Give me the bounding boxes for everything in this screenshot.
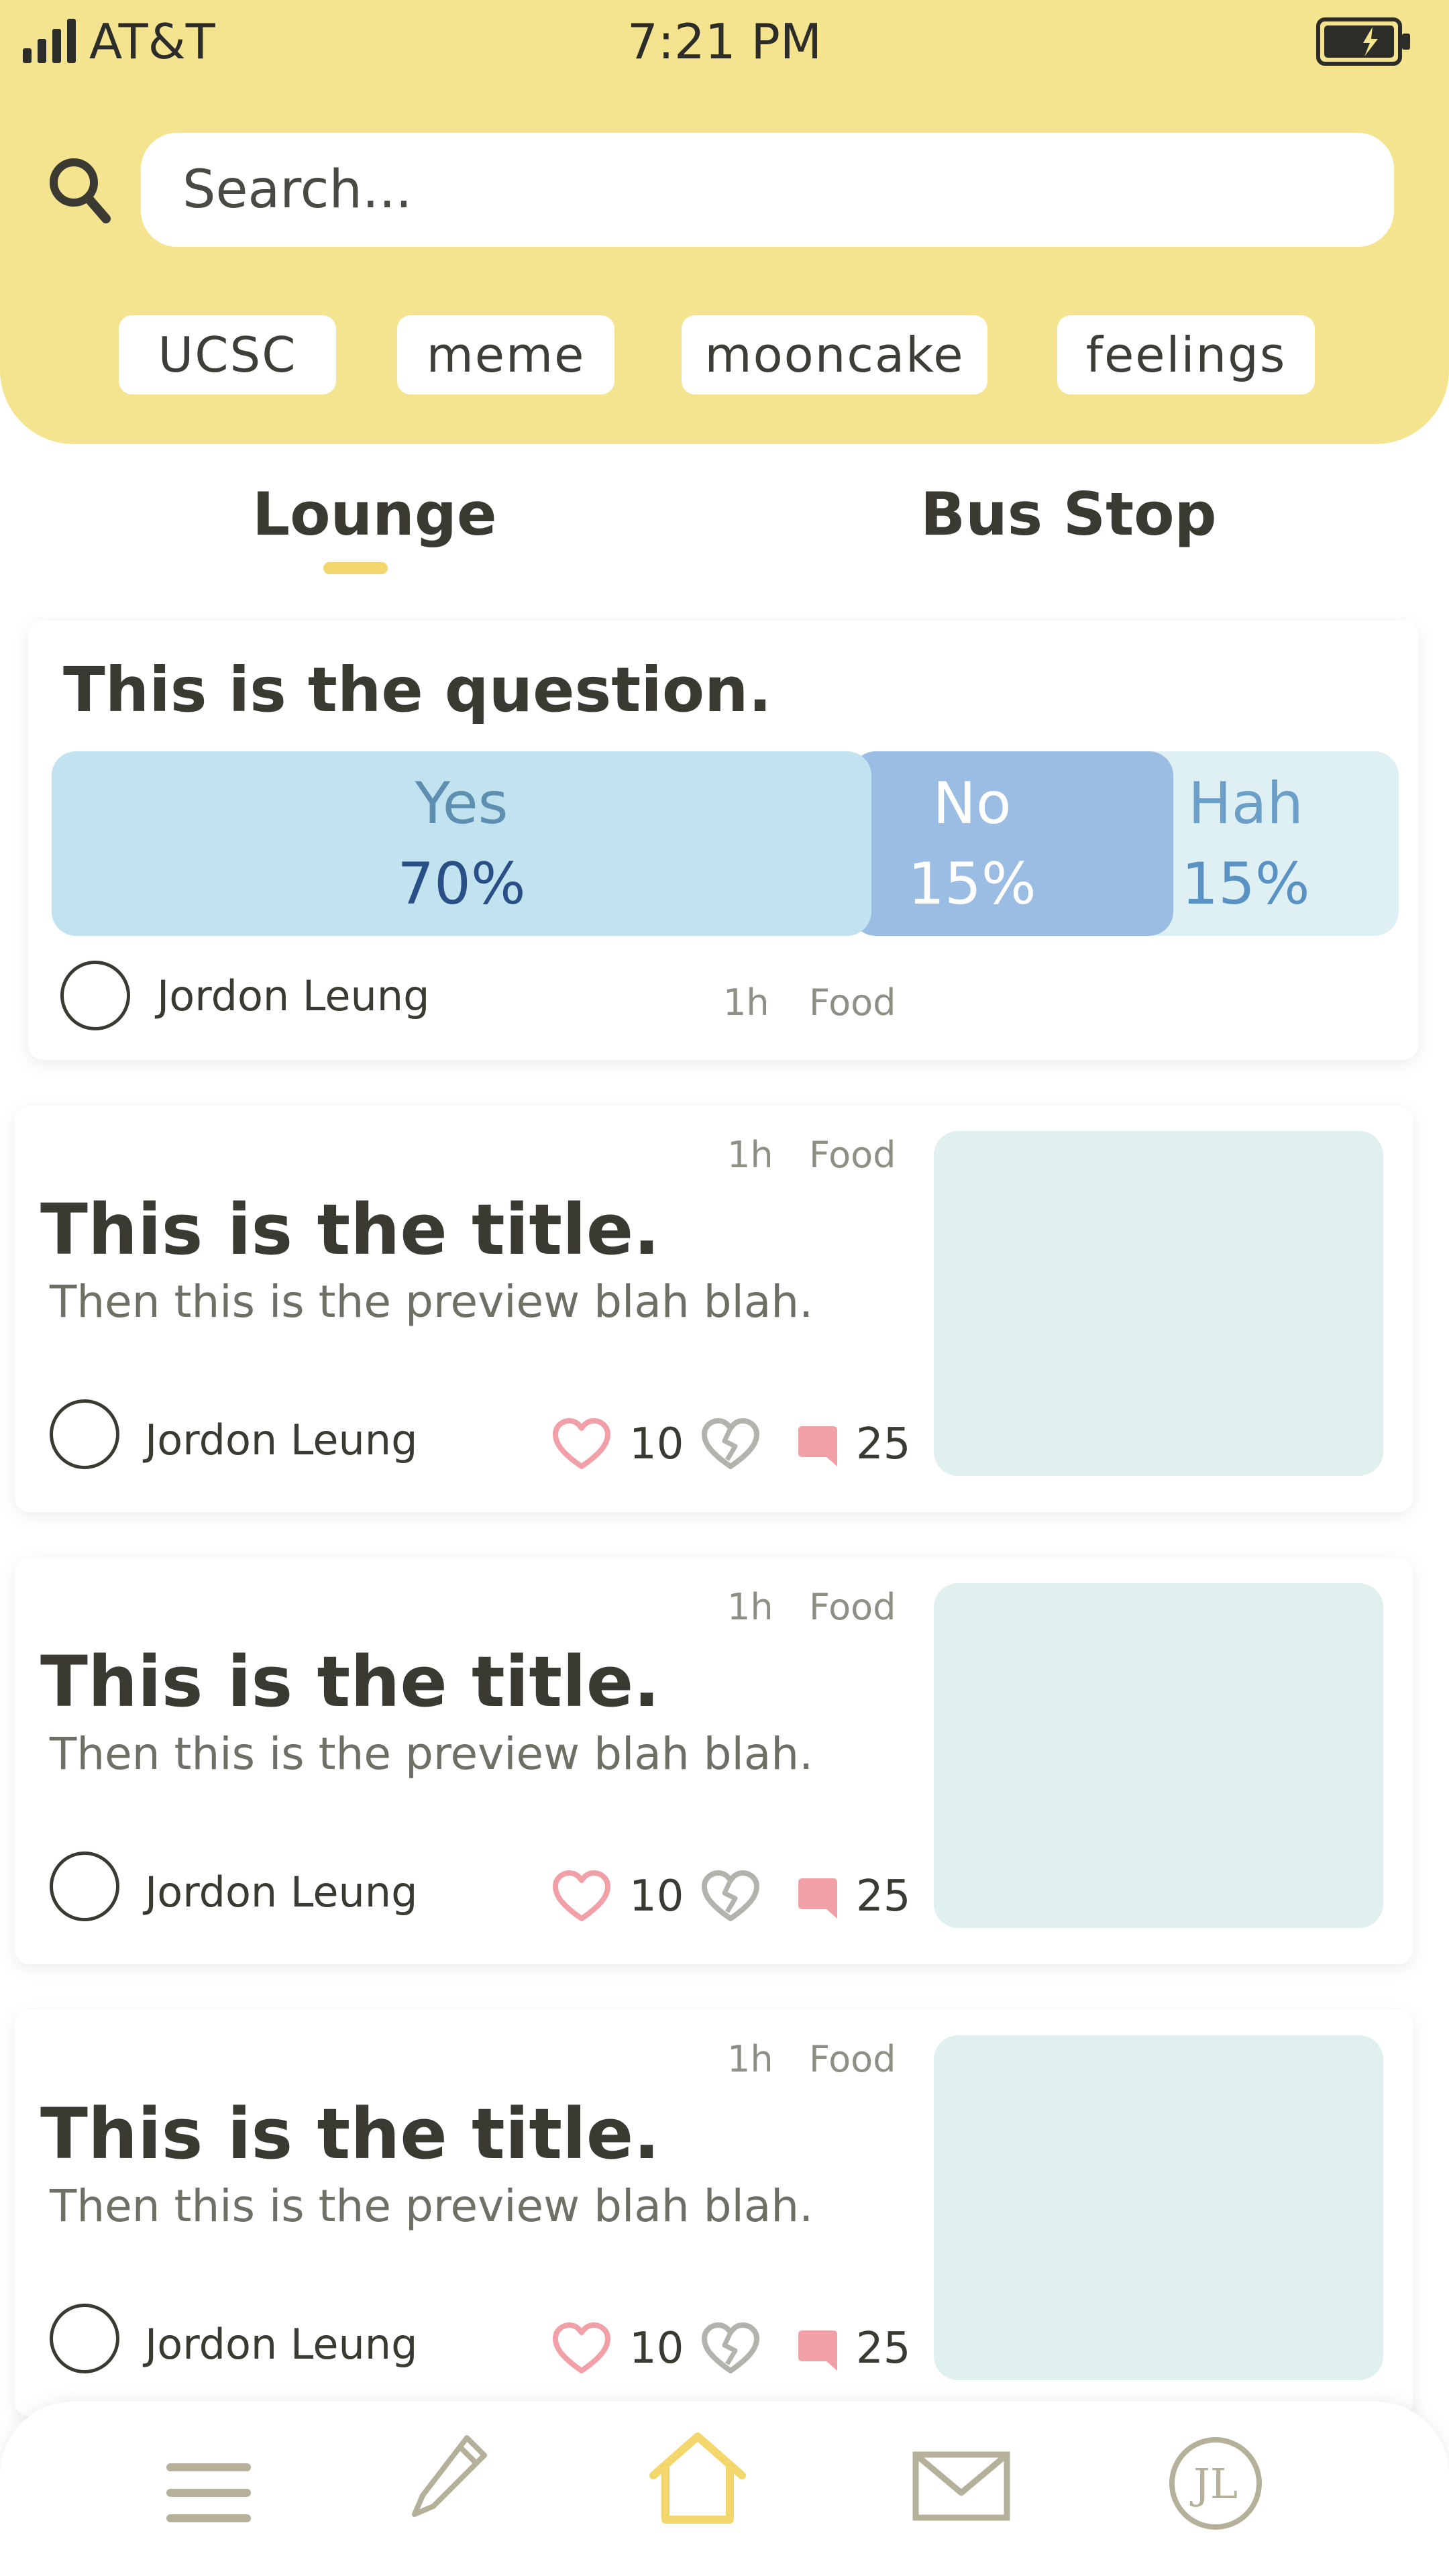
header: AT&T 7:21 PM UCSC meme mooncake feelings	[0, 0, 1449, 444]
post-category[interactable]: Food	[809, 1586, 896, 1628]
active-tab-indicator	[323, 562, 388, 574]
avatar[interactable]	[50, 2304, 119, 2373]
post-time: 1h	[723, 981, 769, 1024]
like-count: 10	[629, 1419, 684, 1469]
search-icon[interactable]	[47, 156, 111, 225]
poll-question: This is the question.	[63, 654, 772, 726]
post-time: 1h	[727, 2038, 773, 2080]
heart-icon[interactable]	[553, 1870, 610, 1923]
avatar[interactable]	[50, 1851, 119, 1921]
author-name[interactable]: Jordon Leung	[157, 971, 429, 1020]
like-count: 10	[629, 1872, 684, 1921]
pencil-icon[interactable]	[409, 2432, 490, 2520]
status-bar: AT&T 7:21 PM	[0, 0, 1449, 80]
comment-count: 25	[856, 1419, 911, 1469]
profile-initials: JL	[1189, 2459, 1238, 2508]
author-name[interactable]: Jordon Leung	[145, 1868, 417, 1917]
post-title[interactable]: This is the title.	[40, 1189, 660, 1271]
poll-option-yes[interactable]: Yes 70%	[52, 751, 871, 936]
post-preview: Then this is the preview blah blah.	[50, 1728, 814, 1780]
broken-heart-icon[interactable]	[702, 1870, 759, 1923]
poll-option-percent: 70%	[397, 851, 526, 918]
bottom-nav: JL	[0, 2402, 1449, 2576]
post-category[interactable]: Food	[809, 2038, 896, 2080]
author-name[interactable]: Jordon Leung	[145, 2320, 417, 2369]
tab-bus-stop[interactable]: Bus Stop	[920, 480, 1217, 549]
post-category[interactable]: Food	[809, 981, 896, 1024]
clock: 7:21 PM	[627, 13, 822, 70]
like-count: 10	[629, 2324, 684, 2373]
broken-heart-icon[interactable]	[702, 2322, 759, 2375]
avatar[interactable]	[50, 1399, 119, 1469]
heart-icon[interactable]	[553, 1418, 610, 1470]
comment-count: 25	[856, 2324, 911, 2373]
post-category[interactable]: Food	[809, 1134, 896, 1176]
poll-bar: Hah 15% No 15% Yes 70%	[52, 751, 1399, 936]
author-name[interactable]: Jordon Leung	[145, 1415, 417, 1464]
post-title[interactable]: This is the title.	[40, 1641, 660, 1723]
search-bar[interactable]	[141, 133, 1394, 247]
poll-option-label: No	[932, 770, 1012, 837]
poll-option-percent: 15%	[908, 851, 1036, 918]
post-time: 1h	[727, 1134, 773, 1176]
menu-icon[interactable]	[165, 2459, 252, 2526]
poll-option-no[interactable]: No 15%	[851, 751, 1173, 936]
post-title[interactable]: This is the title.	[40, 2093, 660, 2175]
mail-icon[interactable]	[912, 2451, 1010, 2521]
tag-feelings[interactable]: feelings	[1057, 315, 1315, 394]
post-preview: Then this is the preview blah blah.	[50, 2180, 814, 2232]
tag-meme[interactable]: meme	[397, 315, 614, 394]
search-input[interactable]	[141, 133, 1377, 247]
comment-icon[interactable]	[796, 2329, 840, 2373]
post-thumbnail[interactable]	[934, 1583, 1383, 1928]
battery-icon	[1316, 17, 1410, 66]
home-icon[interactable]	[645, 2431, 750, 2525]
comment-count: 25	[856, 1872, 911, 1921]
profile-icon[interactable]: JL	[1167, 2435, 1264, 2532]
heart-icon[interactable]	[553, 2322, 610, 2375]
tab-lounge[interactable]: Lounge	[252, 480, 497, 549]
comment-icon[interactable]	[796, 1425, 840, 1469]
comment-icon[interactable]	[796, 1877, 840, 1921]
tag-mooncake[interactable]: mooncake	[682, 315, 987, 394]
post-time: 1h	[727, 1586, 773, 1628]
post-thumbnail[interactable]	[934, 2035, 1383, 2380]
avatar[interactable]	[60, 961, 130, 1030]
tag-ucsc[interactable]: UCSC	[119, 315, 336, 394]
post-thumbnail[interactable]	[934, 1131, 1383, 1476]
post-preview: Then this is the preview blah blah.	[50, 1276, 814, 1328]
broken-heart-icon[interactable]	[702, 1418, 759, 1470]
poll-option-label: Yes	[415, 770, 508, 837]
